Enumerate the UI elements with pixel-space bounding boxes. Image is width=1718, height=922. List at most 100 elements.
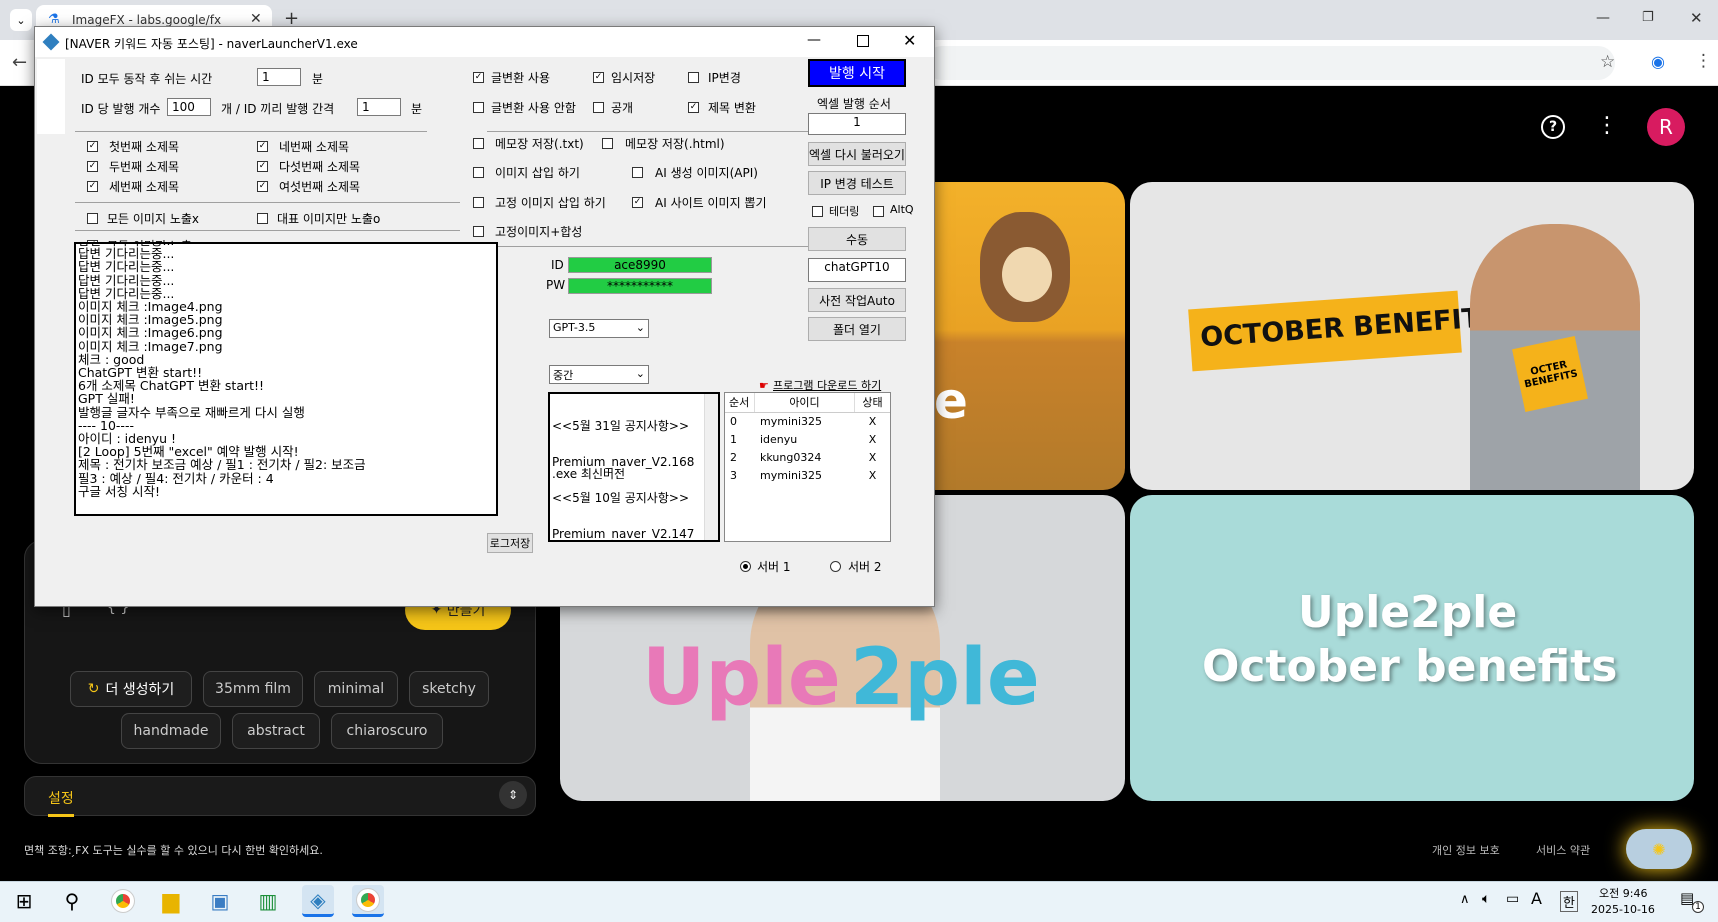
chrome-active-icon[interactable]: [352, 885, 384, 917]
id-label: ID: [551, 258, 564, 272]
interval-input[interactable]: 1: [357, 98, 401, 116]
avatar[interactable]: R: [1647, 108, 1685, 146]
table-cell-status: X: [868, 469, 877, 482]
sub2-checkbox[interactable]: ✓: [87, 161, 98, 172]
tab-close-icon[interactable]: ✕: [250, 11, 262, 27]
clock-time[interactable]: 오전 9:46: [1599, 885, 1647, 901]
no-rewrite-checkbox[interactable]: [473, 102, 484, 113]
fixed-img-checkbox[interactable]: [473, 197, 484, 208]
bookmark-star-icon[interactable]: ☆: [1600, 52, 1615, 72]
settings-label: 설정: [48, 791, 74, 807]
window-close-icon[interactable]: ✕: [903, 31, 916, 50]
img-all-hide-checkbox[interactable]: [87, 213, 98, 224]
model-select[interactable]: GPT-3.5 ⌄: [549, 319, 649, 338]
fixed-compose-checkbox[interactable]: [473, 226, 484, 237]
help-icon[interactable]: ?: [1541, 115, 1565, 139]
log-box[interactable]: 답변 기다리는중... 답변 기다리는중... 답변 기다리는중... 답변 기다리는…: [74, 242, 498, 516]
open-folder-button[interactable]: 폴더 열기: [808, 317, 906, 341]
chrome-icon[interactable]: [107, 885, 139, 917]
chip-35mm[interactable]: 35mm film: [203, 671, 303, 707]
altq-checkbox[interactable]: [873, 206, 884, 217]
table-row[interactable]: 3 mymini325 X: [725, 467, 890, 485]
excel-order-input[interactable]: 1: [808, 113, 906, 135]
chip-handmade[interactable]: handmade: [121, 713, 221, 749]
table-row[interactable]: 1 idenyu X: [725, 431, 890, 449]
ime-mode-han[interactable]: 한: [1560, 891, 1578, 912]
title-change-checkbox[interactable]: ✓: [688, 102, 699, 113]
network-icon[interactable]: ▭: [1506, 891, 1519, 907]
photos-icon[interactable]: ▣: [204, 885, 236, 917]
level-select[interactable]: 중간 ⌄: [549, 365, 649, 384]
server1-radio[interactable]: [740, 561, 751, 572]
sub3-checkbox[interactable]: ✓: [87, 181, 98, 192]
rewrite-checkbox[interactable]: ✓: [473, 72, 484, 83]
download-link[interactable]: 프로그램 다운로드 하기: [773, 377, 881, 393]
tab-list-button[interactable]: ⌄: [10, 9, 32, 31]
img-rep-only-checkbox[interactable]: [257, 213, 268, 224]
image-card-uple2ple-text[interactable]: Uple2ple October benefits: [1130, 495, 1694, 801]
minimize-icon[interactable]: —: [1596, 10, 1610, 26]
close-window-icon[interactable]: ✕: [1690, 9, 1703, 27]
clock-date[interactable]: 2025-10-16: [1591, 903, 1655, 916]
notice-box[interactable]: <<5월 31일 공지사항>> Premium_naver_V2.168 .exe …: [548, 392, 720, 542]
pre-auto-button[interactable]: 사전 작업Auto: [808, 288, 906, 312]
restore-icon[interactable]: ❐: [1642, 10, 1654, 25]
sub1-checkbox[interactable]: ✓: [87, 141, 98, 152]
footer-privacy-link[interactable]: 개인 정보 보호: [1432, 842, 1500, 858]
log-save-button[interactable]: 로그저장: [487, 533, 533, 553]
window-maximize-icon[interactable]: [857, 35, 869, 47]
expand-icon[interactable]: ⇕: [499, 781, 527, 809]
table-row[interactable]: 2 kkung0324 X: [725, 449, 890, 467]
id-field[interactable]: ace8990: [568, 257, 712, 273]
theme-toggle-button[interactable]: ✺: [1626, 829, 1692, 869]
ai-site-img-checkbox[interactable]: ✓: [632, 197, 643, 208]
footer-terms-link[interactable]: 서비스 약관: [1536, 842, 1590, 858]
account-table[interactable]: 순서 아이디 상태 0 mymini325 X 1 idenyu X 2 kkung0324 X…: [724, 392, 891, 542]
ai-img-api-checkbox[interactable]: [632, 167, 643, 178]
volume-icon[interactable]: 🔈︎: [1482, 891, 1490, 907]
window-minimize-icon[interactable]: —: [807, 32, 821, 48]
chip-minimal[interactable]: minimal: [314, 671, 398, 707]
address-bar[interactable]: [925, 46, 1615, 80]
start-publish-button[interactable]: 발행 시작: [808, 59, 906, 87]
memo-txt-checkbox[interactable]: [473, 138, 484, 149]
sub5-checkbox[interactable]: ✓: [257, 161, 268, 172]
chip-sketchy[interactable]: sketchy: [409, 671, 489, 707]
page-menu-icon[interactable]: ⋮: [1596, 113, 1618, 138]
settings-bar[interactable]: [24, 776, 536, 816]
naver-launcher-taskbar-icon[interactable]: ◈: [302, 885, 334, 917]
windows-start-icon[interactable]: ⊞: [8, 885, 40, 917]
ip-test-button[interactable]: IP 변경 테스트: [808, 171, 906, 195]
gpt-account-input[interactable]: chatGPT10: [808, 258, 906, 282]
chip-regenerate[interactable]: ↻ 더 생성하기: [70, 671, 192, 707]
back-icon[interactable]: ←: [12, 52, 27, 73]
poster-card-text: OCTER BENEFITS: [1523, 359, 1579, 391]
table-row[interactable]: 0 mymini325 X: [725, 413, 890, 431]
tethering-checkbox[interactable]: [812, 206, 823, 217]
post-count-input[interactable]: 100: [167, 98, 211, 116]
sub4-checkbox[interactable]: ✓: [257, 141, 268, 152]
profile-icon[interactable]: ◉: [1651, 52, 1665, 71]
public-label: 공개: [611, 101, 634, 115]
insert-img-checkbox[interactable]: [473, 167, 484, 178]
memo-html-checkbox[interactable]: [602, 138, 613, 149]
server2-radio[interactable]: [830, 561, 841, 572]
ime-mode-a[interactable]: A: [1531, 889, 1542, 908]
file-explorer-icon[interactable]: ▆: [155, 885, 187, 917]
rest-time-input[interactable]: 1: [257, 68, 301, 86]
spreadsheet-icon[interactable]: ▥: [252, 885, 284, 917]
sub6-checkbox[interactable]: ✓: [257, 181, 268, 192]
chip-chiaroscuro[interactable]: chiaroscuro: [331, 713, 443, 749]
tray-chevron-icon[interactable]: ∧: [1460, 892, 1470, 907]
notice-scrollbar[interactable]: [704, 394, 718, 540]
pw-field[interactable]: ***********: [568, 278, 712, 294]
manual-button[interactable]: 수동: [808, 227, 906, 251]
chip-abstract[interactable]: abstract: [232, 713, 320, 749]
ipchange-checkbox[interactable]: [688, 72, 699, 83]
search-icon[interactable]: ⚲: [56, 885, 88, 917]
image-card-october-poster[interactable]: OCTOBER BENEFITS OCTER BENEFITS: [1130, 182, 1694, 490]
excel-reload-button[interactable]: 엑셀 다시 불러오기: [808, 142, 906, 166]
browser-menu-icon[interactable]: ⋮: [1695, 51, 1712, 71]
tempsave-checkbox[interactable]: ✓: [593, 72, 604, 83]
public-checkbox[interactable]: [593, 102, 604, 113]
